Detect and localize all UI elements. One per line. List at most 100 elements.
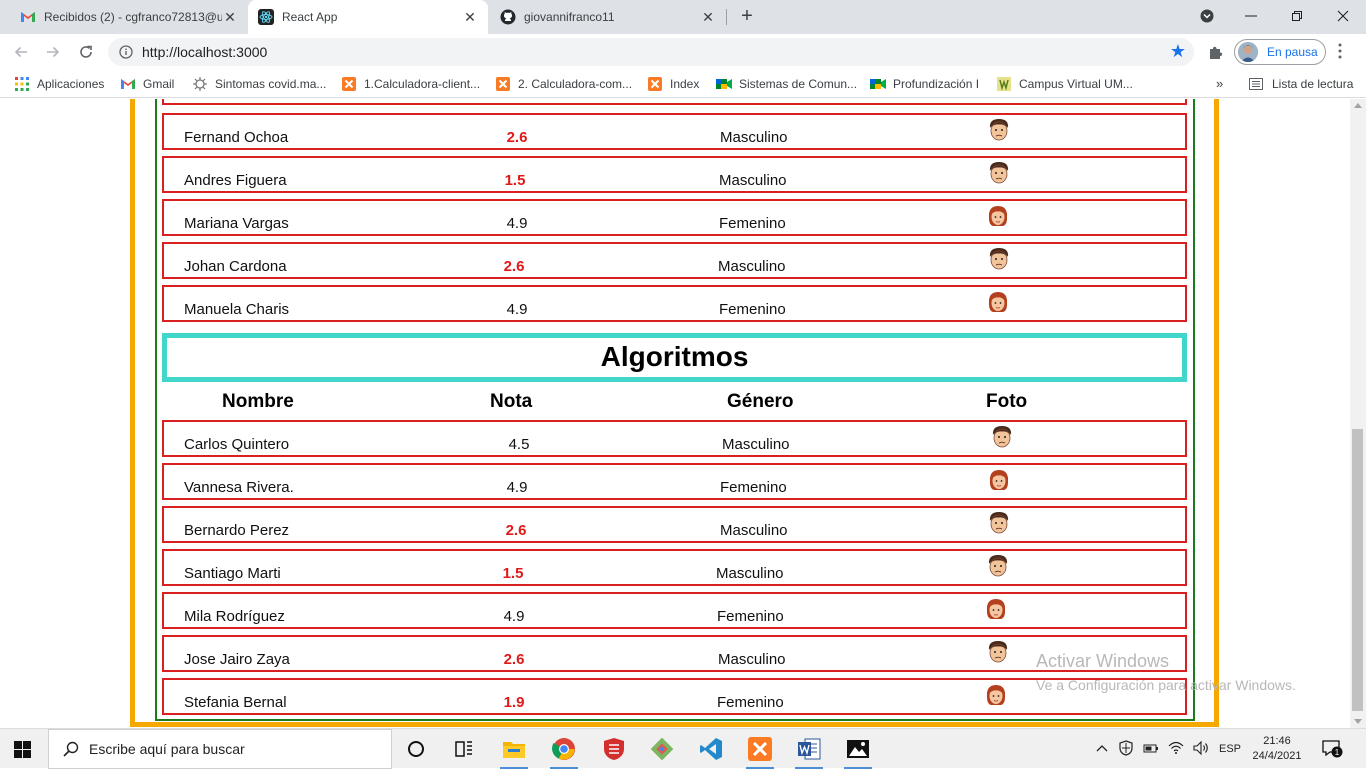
student-grade: 4.9 xyxy=(503,608,525,625)
notification-center-icon[interactable]: 1 xyxy=(1322,739,1344,764)
restore-icon[interactable] xyxy=(1274,0,1320,32)
bookmark-calculadora-cliente[interactable]: 1.Calculadora-client... xyxy=(341,76,480,92)
tab-title: React App xyxy=(282,10,338,24)
word-icon[interactable] xyxy=(795,735,823,769)
address-bar[interactable]: http://localhost:3000 ★ xyxy=(108,38,1194,66)
student-name: Manuela Charis xyxy=(184,301,290,318)
bookmarks-bar: Aplicaciones Gmail Sintomas covid.ma... … xyxy=(0,70,1366,98)
forward-arrow-icon[interactable] xyxy=(41,40,65,64)
clock-date: 24/4/2021 xyxy=(1252,750,1302,762)
student-gender: Femenino xyxy=(717,694,784,711)
bookmark-label: 1.Calculadora-client... xyxy=(364,77,481,91)
profile-button[interactable]: En pausa xyxy=(1234,39,1326,65)
more-menu-icon[interactable] xyxy=(1338,43,1342,64)
scroll-thumb[interactable] xyxy=(1352,429,1363,711)
table-row: Manuela Charis 4.9 Femenino xyxy=(162,285,1187,322)
table-row: Santiago Marti 1.5 Masculino xyxy=(162,549,1187,586)
tray-expand-icon[interactable] xyxy=(1096,743,1108,755)
close-icon[interactable]: ✕ xyxy=(700,9,716,25)
student-grade: 2.6 xyxy=(503,258,525,275)
bookmark-calculadora-com[interactable]: 2. Calculadora-com... xyxy=(495,76,632,92)
student-grade: 2.6 xyxy=(505,522,527,539)
new-tab-button[interactable]: + xyxy=(736,6,758,28)
bookmark-sintomas[interactable]: Sintomas covid.ma... xyxy=(192,76,326,92)
student-gender: Masculino xyxy=(720,522,788,539)
scroll-down-icon[interactable] xyxy=(1354,719,1362,724)
bookmark-sistemas[interactable]: Sistemas de Comun... xyxy=(716,76,857,92)
activate-windows-title: Activar Windows xyxy=(1036,651,1170,671)
file-explorer-icon[interactable] xyxy=(500,735,528,769)
header-name: Nombre xyxy=(222,391,294,412)
student-grade: 1.9 xyxy=(503,694,525,711)
student-grade: 2.6 xyxy=(503,651,525,668)
cortana-icon[interactable] xyxy=(402,735,430,763)
extensions-puzzle-icon[interactable] xyxy=(1208,44,1224,65)
chrome-icon[interactable] xyxy=(550,735,578,769)
header-photo: Foto xyxy=(986,391,1028,412)
bookmark-label: Index xyxy=(670,77,700,91)
bookmarks-overflow-button[interactable]: » xyxy=(1216,76,1223,91)
browser-toolbar: http://localhost:3000 ★ En pausa xyxy=(0,34,1366,70)
male-avatar-icon xyxy=(987,117,1011,143)
table-row: Vannesa Rivera. 4.9 Femenino xyxy=(162,463,1187,500)
bookmark-gmail[interactable]: Gmail xyxy=(120,76,174,92)
security-shield-icon[interactable] xyxy=(1118,739,1134,759)
male-avatar-icon xyxy=(986,639,1010,665)
tab-gmail[interactable]: Recibidos (2) - cgfranco72813@u ✕ xyxy=(0,0,248,34)
header-grade: Nota xyxy=(490,391,533,412)
task-view-icon[interactable] xyxy=(450,735,478,763)
tab-react-app[interactable]: React App ✕ xyxy=(248,0,488,34)
minimize-icon[interactable] xyxy=(1228,0,1274,32)
notification-count: 1 xyxy=(1335,748,1340,757)
tab-github[interactable]: giovannifranco11 ✕ xyxy=(488,0,726,34)
bookmark-star-icon[interactable]: ★ xyxy=(1170,42,1186,60)
battery-icon[interactable] xyxy=(1143,742,1159,757)
student-name: Santiago Marti xyxy=(184,565,281,582)
git-icon[interactable] xyxy=(648,735,676,763)
bookmark-campus[interactable]: Campus Virtual UM... xyxy=(996,76,1133,92)
shield-app-icon[interactable] xyxy=(600,735,628,763)
reload-icon[interactable] xyxy=(74,40,98,64)
reading-list-button[interactable]: Lista de lectura xyxy=(1249,76,1353,92)
table-row: Jose Jairo Zaya 2.6 Masculino xyxy=(162,635,1187,672)
student-name: Mila Rodríguez xyxy=(184,608,285,625)
taskbar-search-box[interactable]: Escribe aquí para buscar xyxy=(48,729,392,769)
bookmark-index[interactable]: Index xyxy=(647,76,699,92)
language-indicator[interactable]: ESP xyxy=(1219,743,1241,755)
search-icon xyxy=(63,741,79,757)
bookmark-label: Sintomas covid.ma... xyxy=(215,77,327,91)
vscode-icon[interactable] xyxy=(697,735,725,763)
clock[interactable]: 21:46 24/4/2021 xyxy=(1252,734,1302,764)
tab-search-icon[interactable] xyxy=(1184,0,1230,32)
clock-time: 21:46 xyxy=(1263,735,1291,747)
close-window-icon[interactable] xyxy=(1320,0,1366,32)
virus-icon xyxy=(192,76,208,92)
reading-list-icon xyxy=(1249,76,1265,92)
student-name: Mariana Vargas xyxy=(184,215,289,232)
profile-label: En pausa xyxy=(1267,45,1318,59)
female-avatar-icon xyxy=(984,596,1008,622)
table-row-partial xyxy=(162,99,1187,105)
windows-taskbar: Escribe aquí para buscar ESP 21:46 24/4/… xyxy=(0,728,1366,769)
xampp-icon xyxy=(647,76,663,92)
bookmark-label: Aplicaciones xyxy=(37,77,105,91)
table-row: Bernardo Perez 2.6 Masculino xyxy=(162,506,1187,543)
header-gender: Género xyxy=(727,391,794,412)
url-text: http://localhost:3000 xyxy=(142,44,268,60)
windows-start-icon[interactable] xyxy=(14,741,31,763)
close-icon[interactable]: ✕ xyxy=(222,9,238,25)
bookmark-label: Profundización I xyxy=(893,77,980,91)
bookmark-profundizacion[interactable]: Profundización I xyxy=(870,76,979,92)
photos-icon[interactable] xyxy=(844,735,872,769)
info-icon[interactable] xyxy=(119,45,133,64)
page-scrollbar[interactable] xyxy=(1350,99,1366,728)
close-icon[interactable]: ✕ xyxy=(462,9,478,25)
bookmark-aplicaciones[interactable]: Aplicaciones xyxy=(14,76,104,92)
student-grade: 1.5 xyxy=(504,172,526,189)
xampp-icon[interactable] xyxy=(746,735,774,769)
volume-icon[interactable] xyxy=(1193,740,1209,758)
back-arrow-icon[interactable] xyxy=(9,40,33,64)
wifi-icon[interactable] xyxy=(1168,741,1184,758)
scroll-up-icon[interactable] xyxy=(1354,103,1362,108)
student-gender: Masculino xyxy=(718,651,786,668)
